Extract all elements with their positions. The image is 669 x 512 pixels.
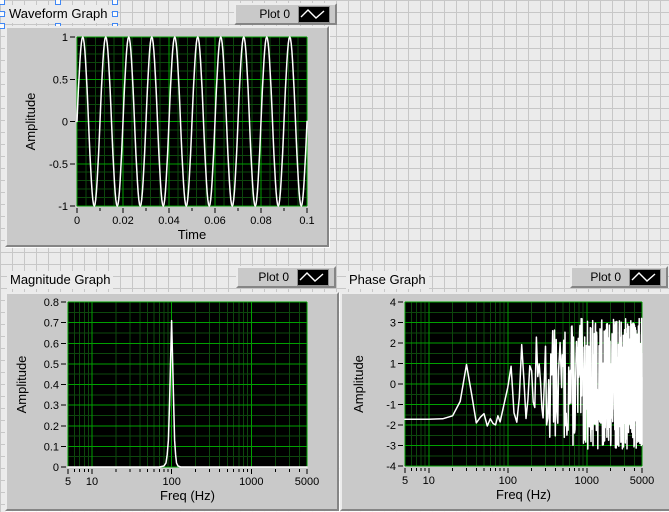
svg-text:0.1: 0.1 [299,215,314,227]
svg-text:0.8: 0.8 [44,297,59,309]
labview-front-panel: Waveform Graph Plot 0 0 0.02 0.04 0.06 0.08 0… [0,0,669,512]
waveform-graph-label[interactable]: Waveform Graph [0,0,118,29]
selection-handle-icon[interactable] [111,11,118,17]
svg-text:2: 2 [390,338,396,350]
phase-plot-area[interactable]: 5 10 100 1000 5000 -4 -3 -2 -1 0 1 2 3 4 Freq (Hz) Ampl… [342,294,666,505]
selection-handle-icon[interactable] [0,0,5,5]
label-text: Magnitude Graph [10,272,111,287]
svg-text:0: 0 [62,117,68,129]
svg-text:0.5: 0.5 [53,74,68,86]
svg-text:Amplitude: Amplitude [351,355,366,413]
selection-handle-icon[interactable] [111,0,118,5]
svg-text:1: 1 [390,359,396,371]
svg-text:5: 5 [65,476,71,488]
svg-text:10: 10 [86,476,98,488]
svg-text:0.5: 0.5 [44,359,59,371]
magnitude-plot-area[interactable]: 5 10 100 1000 5000 0 0.1 0.2 0.3 0.4 0.5 0.6 0.7 0.8 F… [7,294,333,505]
svg-text:-2: -2 [386,420,396,432]
legend-plot-name[interactable]: Plot 0 [259,7,290,21]
svg-text:Time: Time [178,227,206,241]
svg-text:0.02: 0.02 [112,215,133,227]
svg-text:0: 0 [390,379,396,391]
svg-text:0.04: 0.04 [158,215,179,227]
magnitude-graph-legend[interactable]: Plot 0 [236,266,336,288]
svg-text:Amplitude: Amplitude [14,356,29,414]
selection-handle-icon[interactable] [0,11,5,17]
svg-text:0.4: 0.4 [44,380,59,392]
svg-text:Amplitude: Amplitude [23,93,38,151]
waveform-plot-area[interactable]: 0 0.02 0.04 0.06 0.08 0.1 -1 -0.5 0 0.5 1 Time Ampli… [7,28,323,241]
svg-text:3: 3 [390,318,396,330]
svg-text:-1: -1 [58,201,68,213]
legend-plot-name[interactable]: Plot 0 [258,270,289,284]
waveform-graph-legend[interactable]: Plot 0 [234,3,337,25]
svg-text:4: 4 [390,297,396,309]
svg-text:0: 0 [53,462,59,474]
svg-text:-1: -1 [386,400,396,412]
svg-text:Freq (Hz): Freq (Hz) [160,488,215,503]
magnitude-graph-label[interactable]: Magnitude Graph [7,271,114,289]
plot-line-icon [297,268,329,286]
plot-line-icon [298,5,330,23]
svg-text:1000: 1000 [239,476,263,488]
svg-text:Freq (Hz): Freq (Hz) [496,487,551,502]
svg-text:100: 100 [499,475,517,487]
svg-text:0.6: 0.6 [44,338,59,350]
svg-text:5000: 5000 [295,476,319,488]
label-text: Phase Graph [349,272,426,287]
svg-text:100: 100 [162,476,180,488]
svg-text:1000: 1000 [575,475,599,487]
legend-plot-name[interactable]: Plot 0 [590,270,621,284]
plot-line-icon [629,268,661,286]
svg-text:0.06: 0.06 [204,215,225,227]
svg-text:-4: -4 [386,461,396,473]
svg-text:5: 5 [402,475,408,487]
svg-text:0.3: 0.3 [44,400,59,412]
svg-text:-3: -3 [386,441,396,453]
svg-text:5000: 5000 [630,475,654,487]
phase-graph[interactable]: 5 10 100 1000 5000 -4 -3 -2 -1 0 1 2 3 4 Freq (Hz) Ampl… [340,292,669,511]
svg-text:-0.5: -0.5 [49,159,68,171]
svg-text:10: 10 [423,475,435,487]
svg-text:0.7: 0.7 [44,318,59,330]
selection-handle-icon[interactable] [55,0,62,5]
svg-text:0: 0 [74,215,80,227]
waveform-graph[interactable]: 0 0.02 0.04 0.06 0.08 0.1 -1 -0.5 0 0.5 1 Time Ampli… [5,26,329,247]
phase-graph-label[interactable]: Phase Graph [346,271,429,289]
magnitude-graph[interactable]: 5 10 100 1000 5000 0 0.1 0.2 0.3 0.4 0.5 0.6 0.7 0.8 F… [5,292,339,511]
svg-text:1: 1 [62,32,68,44]
phase-graph-legend[interactable]: Plot 0 [570,266,668,288]
label-text: Waveform Graph [9,6,108,21]
svg-text:0.1: 0.1 [44,441,59,453]
svg-text:0.08: 0.08 [250,215,271,227]
svg-text:0.2: 0.2 [44,421,59,433]
